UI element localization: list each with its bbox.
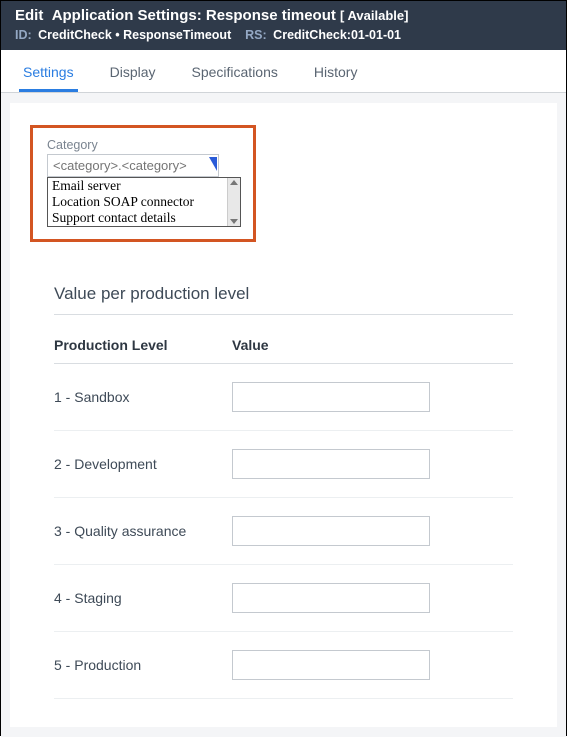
- table-row: 4 - Staging: [54, 565, 513, 632]
- value-input-staging[interactable]: [232, 583, 430, 613]
- value-input-qa[interactable]: [232, 516, 430, 546]
- header-rs-value: CreditCheck:01-01-01: [273, 28, 401, 42]
- header-id-label: ID:: [15, 28, 32, 42]
- category-highlight-box: Category Email server Location SOAP conn…: [30, 125, 256, 242]
- tab-display[interactable]: Display: [106, 50, 160, 92]
- category-label: Category: [47, 138, 239, 152]
- col-header-value: Value: [232, 337, 269, 353]
- tab-bar: Settings Display Specifications History: [1, 50, 566, 93]
- level-label: 3 - Quality assurance: [54, 523, 200, 539]
- category-option[interactable]: Location SOAP connector: [48, 194, 240, 210]
- level-label: 1 - Sandbox: [54, 389, 200, 405]
- scrollbar[interactable]: [227, 178, 240, 226]
- level-label: 5 - Production: [54, 657, 200, 673]
- table-row: 2 - Development: [54, 431, 513, 498]
- header-id-value: CreditCheck • ResponseTimeout: [38, 28, 231, 42]
- col-header-level: Production Level: [54, 337, 200, 353]
- header-rs-label: RS:: [245, 28, 267, 42]
- value-input-sandbox[interactable]: [232, 382, 430, 412]
- tab-settings[interactable]: Settings: [19, 50, 78, 92]
- header-edit-label: Edit: [15, 7, 43, 24]
- table-header: Production Level Value: [54, 337, 513, 364]
- category-option[interactable]: Support contact details: [48, 210, 240, 226]
- category-option[interactable]: Email server: [48, 178, 240, 194]
- header-title: Application Settings: Response timeout: [52, 7, 336, 24]
- table-row: 3 - Quality assurance: [54, 498, 513, 565]
- table-row: 1 - Sandbox: [54, 364, 513, 431]
- value-input-production[interactable]: [232, 650, 430, 680]
- value-input-development[interactable]: [232, 449, 430, 479]
- tab-history[interactable]: History: [310, 50, 362, 92]
- header-availability: [ Available]: [340, 8, 408, 23]
- tab-specifications[interactable]: Specifications: [188, 50, 282, 92]
- dropdown-arrow-icon[interactable]: [209, 157, 217, 171]
- category-input[interactable]: [47, 154, 219, 177]
- table-row: 5 - Production: [54, 632, 513, 699]
- level-label: 2 - Development: [54, 456, 200, 472]
- level-label: 4 - Staging: [54, 590, 200, 606]
- category-autocomplete-list: Email server Location SOAP connector Sup…: [47, 177, 241, 227]
- page-header: Edit Application Settings: Response time…: [1, 1, 566, 50]
- section-title: Value per production level: [54, 284, 513, 315]
